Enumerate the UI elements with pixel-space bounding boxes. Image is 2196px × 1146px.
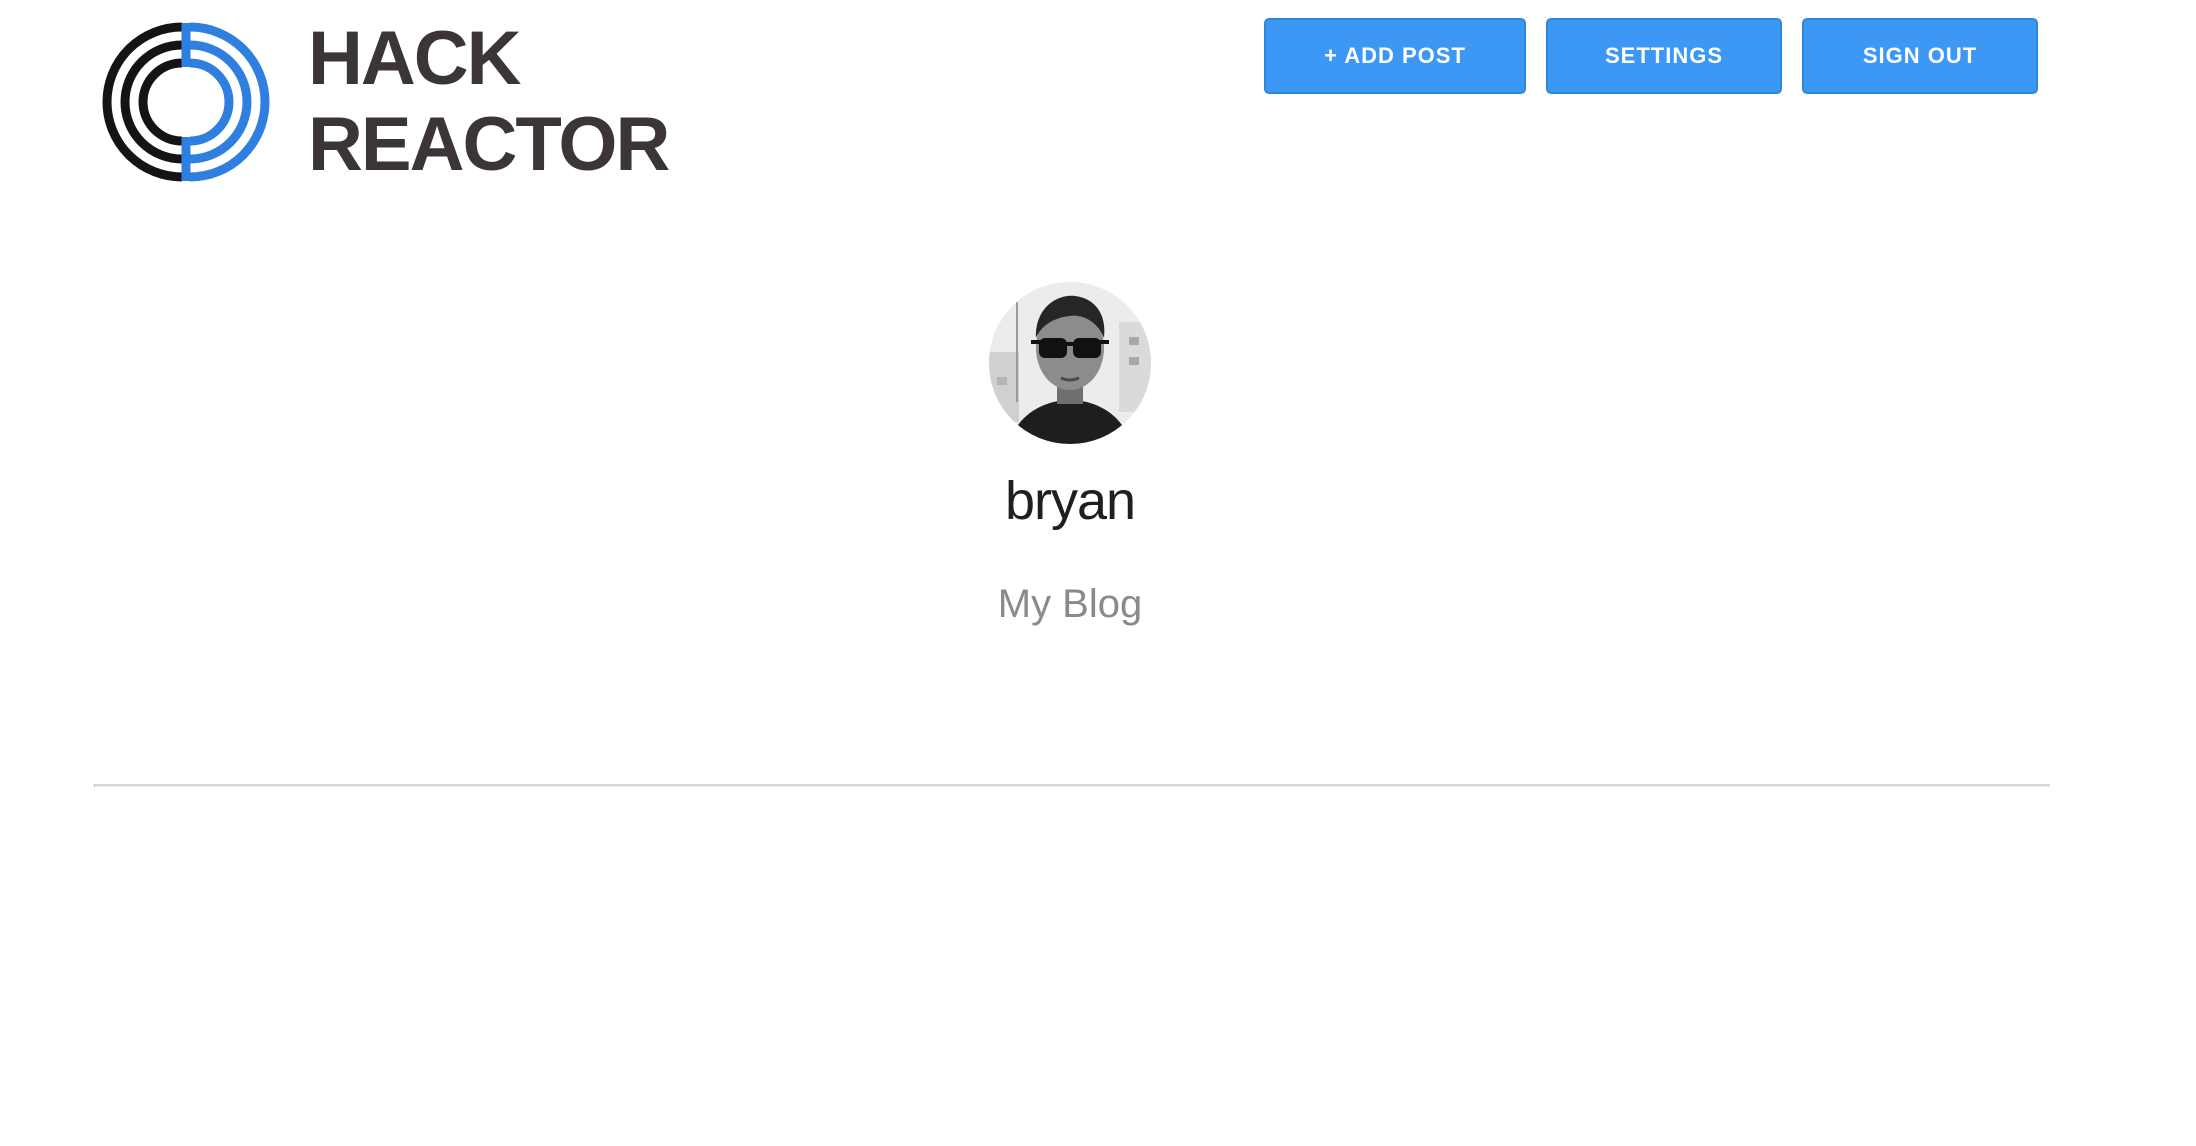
logo-wordmark: HACK REACTOR	[308, 16, 670, 188]
avatar	[989, 282, 1151, 444]
logo[interactable]: HACK REACTOR	[92, 16, 670, 188]
sign-out-button[interactable]: SIGN OUT	[1802, 18, 2038, 94]
profile-section: bryan My Blog	[0, 282, 2140, 628]
logo-text-line1: HACK	[308, 16, 522, 101]
avatar-photo	[989, 282, 1151, 444]
hack-reactor-logo-icon	[102, 22, 270, 182]
profile-username: bryan	[1004, 471, 1136, 531]
logo-text-line2: REACTOR	[308, 102, 670, 187]
section-divider	[94, 784, 2050, 787]
blog-title: My Blog	[997, 582, 1143, 626]
settings-button[interactable]: SETTINGS	[1546, 18, 1782, 94]
header-nav: + ADD POST SETTINGS SIGN OUT	[1264, 18, 2038, 94]
add-post-button[interactable]: + ADD POST	[1264, 18, 1526, 94]
